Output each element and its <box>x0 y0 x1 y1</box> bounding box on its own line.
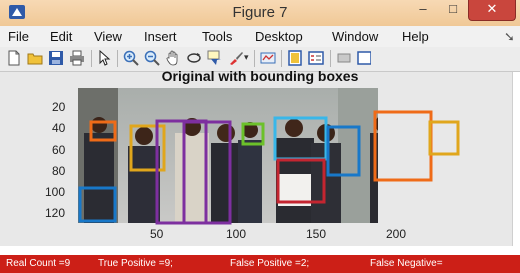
bbox-face-9 <box>326 125 361 177</box>
x-tick-label: 100 <box>226 227 247 241</box>
y-tick-label: 20 <box>52 100 66 114</box>
bbox-face-10 <box>373 110 433 182</box>
bbox-face-3 <box>129 124 166 172</box>
true-positive-text: True Positive =9; <box>98 258 173 269</box>
false-negative-text: False Negative= <box>370 258 443 269</box>
real-count-text: Real Count =9 <box>6 258 71 269</box>
detection-stats-bar: Real Count =9 True Positive =9; False Po… <box>0 255 520 273</box>
y-tick-label: 80 <box>52 164 66 178</box>
bbox-face-6 <box>241 122 265 146</box>
bbox-face-8 <box>276 158 326 204</box>
bbox-face-11 <box>428 120 460 156</box>
y-tick-label: 120 <box>45 206 66 220</box>
bbox-face-1 <box>89 120 117 142</box>
y-tick-label: 40 <box>52 121 66 135</box>
x-tick-label: 150 <box>306 227 327 241</box>
bbox-face-7 <box>273 116 328 161</box>
x-tick-label: 50 <box>150 227 164 241</box>
y-tick-label: 60 <box>52 143 66 157</box>
y-tick-label: 100 <box>45 185 66 199</box>
x-tick-label: 200 <box>386 227 407 241</box>
bbox-face-2 <box>78 186 117 223</box>
false-positive-text: False Positive =2; <box>230 258 310 269</box>
bounding-box-overlay <box>78 110 460 225</box>
